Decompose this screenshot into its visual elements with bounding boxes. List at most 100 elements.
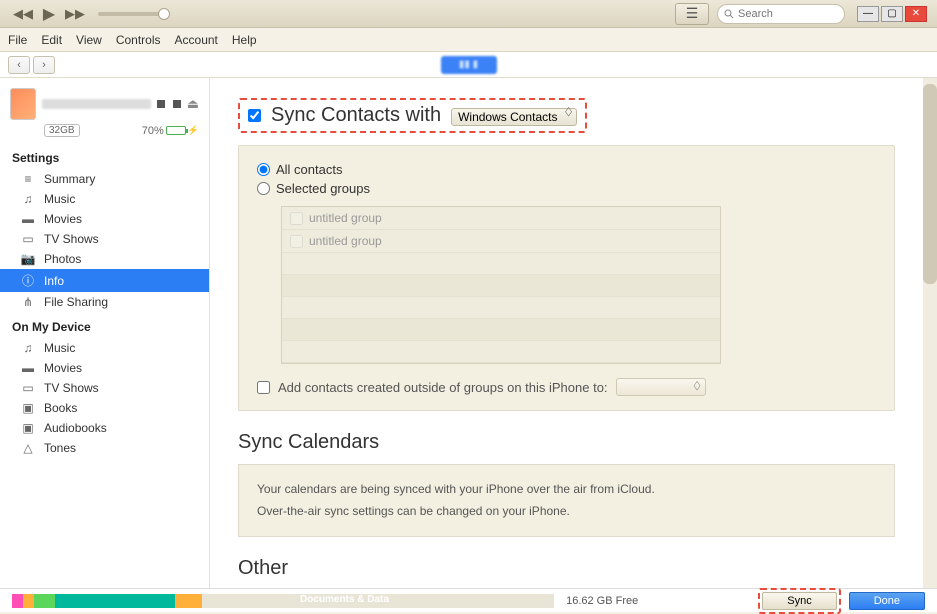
- info-icon: ⓘ: [20, 272, 36, 289]
- calendars-line1: Your calendars are being synced with you…: [257, 479, 876, 501]
- sidebar-item-music[interactable]: ♫ Music: [0, 189, 209, 209]
- status-dot: [157, 100, 165, 108]
- movies-icon: ▬: [20, 361, 36, 375]
- device-name: [42, 99, 151, 109]
- sidebar-item-movies[interactable]: ▬ Movies: [0, 209, 209, 229]
- group-row-empty: [282, 297, 720, 319]
- back-button[interactable]: ‹: [8, 56, 30, 74]
- sidebar-label: TV Shows: [44, 232, 99, 246]
- menu-view[interactable]: View: [76, 33, 102, 47]
- scrollbar[interactable]: [923, 78, 937, 588]
- search-field[interactable]: [738, 8, 838, 20]
- sidebar-item-tvshows[interactable]: ▭TV Shows: [0, 229, 209, 249]
- sidebar-label: Movies: [44, 361, 82, 375]
- sync-contacts-header: Sync Contacts with Windows Contacts: [238, 98, 895, 133]
- groups-listbox: untitled group untitled group: [281, 206, 721, 364]
- group-row-empty: [282, 253, 720, 275]
- menu-controls[interactable]: Controls: [116, 33, 161, 47]
- sidebar-label: Movies: [44, 212, 82, 226]
- search-input[interactable]: [717, 4, 845, 24]
- capacity-badge: 32GB: [44, 124, 80, 137]
- audiobooks-icon: ▣: [20, 421, 36, 435]
- sidebar-label: Music: [44, 192, 75, 206]
- sync-contacts-select-wrap: Windows Contacts: [451, 104, 577, 127]
- sync-contacts-highlight: Sync Contacts with Windows Contacts: [238, 98, 587, 133]
- device-pill[interactable]: ▮▮ ▮: [441, 56, 497, 74]
- device-header[interactable]: ⏏: [0, 84, 209, 124]
- add-outside-checkbox[interactable]: [257, 381, 270, 394]
- sidebar-settings-header: Settings: [0, 143, 209, 169]
- done-button[interactable]: Done: [849, 592, 925, 610]
- bottom-bar: Documents & Data 16.62 GB Free Sync Done: [0, 588, 937, 612]
- nav-bar: ‹ › ▮▮ ▮: [0, 52, 937, 78]
- list-view-button[interactable]: ☰: [675, 3, 709, 25]
- sidebar-item-summary[interactable]: ≡Summary: [0, 169, 209, 189]
- storage-usage-bar[interactable]: [12, 594, 554, 608]
- search-icon: [724, 9, 734, 19]
- sidebar-label: Info: [44, 274, 64, 288]
- eject-button[interactable]: ⏏: [187, 96, 199, 112]
- sidebar-dev-books[interactable]: ▣ Books: [0, 398, 209, 418]
- sidebar-item-info[interactable]: ⓘ Info: [0, 269, 209, 292]
- window-controls: — ▢ ✕: [857, 6, 927, 22]
- sidebar-label: Books: [44, 401, 77, 415]
- radio-selected-groups[interactable]: Selected groups: [257, 179, 876, 198]
- free-space-label: 16.62 GB Free: [566, 595, 638, 607]
- music-icon: ♫: [20, 192, 36, 206]
- group-row[interactable]: untitled group: [282, 230, 720, 253]
- group-row-empty: [282, 275, 720, 297]
- menu-account[interactable]: Account: [175, 33, 218, 47]
- movies-icon: ▬: [20, 212, 36, 226]
- close-button[interactable]: ✕: [905, 6, 927, 22]
- sidebar: ⏏ 32GB 70% ⚡ Settings ≡Summary ♫ Music ▬ M…: [0, 78, 210, 588]
- playback-toolbar: ◀◀ ▶ ▶▶ ☰ — ▢ ✕: [0, 0, 937, 28]
- sidebar-dev-music[interactable]: ♫Music: [0, 338, 209, 358]
- photos-icon: 📷: [20, 252, 36, 266]
- sidebar-label: Summary: [44, 172, 95, 186]
- battery-pct: 70%: [142, 125, 164, 137]
- sync-contacts-checkbox[interactable]: [248, 109, 261, 122]
- battery-indicator: 70% ⚡: [142, 125, 199, 137]
- radio-groups-input[interactable]: [257, 182, 270, 195]
- add-outside-dropdown[interactable]: [616, 378, 706, 396]
- menu-file[interactable]: File: [8, 33, 27, 47]
- group-row-empty: [282, 341, 720, 363]
- radio-all-contacts[interactable]: All contacts: [257, 160, 876, 179]
- battery-icon: [166, 126, 186, 135]
- sync-calendars-title: Sync Calendars: [238, 431, 895, 454]
- sidebar-label: File Sharing: [44, 295, 108, 309]
- play-button[interactable]: ▶: [38, 5, 60, 23]
- group-label: untitled group: [309, 211, 382, 225]
- prev-button[interactable]: ◀◀: [12, 5, 34, 23]
- sidebar-item-filesharing[interactable]: ⋔File Sharing: [0, 292, 209, 312]
- sync-button[interactable]: Sync: [762, 592, 836, 610]
- status-dot: [173, 100, 181, 108]
- music-icon: ♫: [20, 341, 36, 355]
- radio-all-input[interactable]: [257, 163, 270, 176]
- sync-contacts-dropdown[interactable]: Windows Contacts: [451, 108, 577, 126]
- sidebar-item-photos[interactable]: 📷 Photos: [0, 249, 209, 269]
- group-row[interactable]: untitled group: [282, 207, 720, 230]
- sidebar-label: TV Shows: [44, 381, 99, 395]
- volume-slider[interactable]: [98, 12, 168, 16]
- sync-highlight: Sync: [758, 588, 840, 614]
- forward-button[interactable]: ›: [33, 56, 55, 74]
- sidebar-label: Photos: [44, 252, 81, 266]
- contacts-panel: All contacts Selected groups untitled gr…: [238, 145, 895, 411]
- tv-icon: ▭: [20, 381, 36, 395]
- sidebar-device-header: On My Device: [0, 312, 209, 338]
- docs-data-label: Documents & Data: [300, 594, 389, 605]
- sidebar-dev-tvshows[interactable]: ▭ TV Shows: [0, 378, 209, 398]
- menu-edit[interactable]: Edit: [41, 33, 62, 47]
- sidebar-dev-tones[interactable]: △Tones: [0, 438, 209, 458]
- add-outside-row: Add contacts created outside of groups o…: [257, 378, 876, 396]
- next-button[interactable]: ▶▶: [64, 5, 86, 23]
- scrollbar-thumb[interactable]: [923, 84, 937, 284]
- main-panel: Sync Contacts with Windows Contacts All …: [210, 78, 923, 588]
- books-icon: ▣: [20, 401, 36, 415]
- menu-help[interactable]: Help: [232, 33, 257, 47]
- sidebar-dev-audiobooks[interactable]: ▣Audiobooks: [0, 418, 209, 438]
- maximize-button[interactable]: ▢: [881, 6, 903, 22]
- minimize-button[interactable]: —: [857, 6, 879, 22]
- sidebar-dev-movies[interactable]: ▬ Movies: [0, 358, 209, 378]
